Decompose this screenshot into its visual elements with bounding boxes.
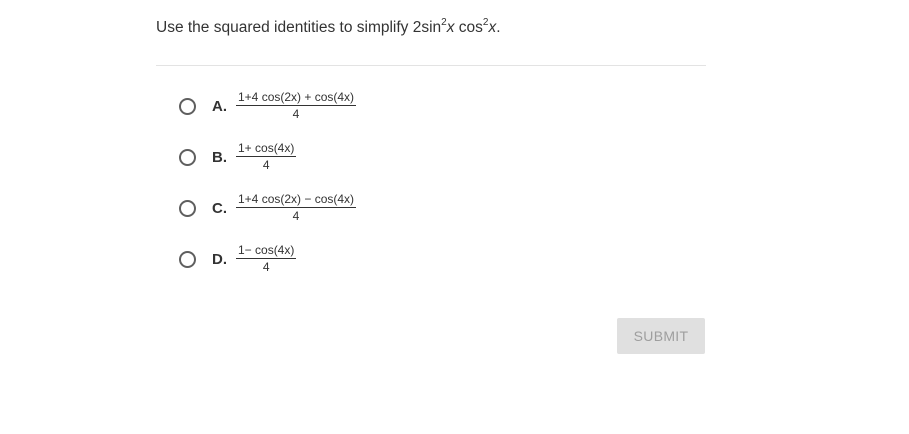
option-letter-b: B.	[212, 149, 227, 166]
option-c-fraction: 1+4 cos(2x) − cos(4x) 4	[236, 192, 357, 223]
question-exponent-1: 2	[441, 16, 447, 28]
submit-button[interactable]: SUBMIT	[617, 318, 705, 354]
option-letter-a: A.	[212, 98, 227, 115]
option-d-numerator: 1− cos(4x)	[238, 243, 295, 257]
option-d[interactable]: D. 1− cos(4x) 4	[179, 243, 479, 279]
question-mid: cos	[454, 19, 483, 36]
option-a-fraction: 1+4 cos(2x) + cos(4x) 4	[236, 90, 357, 121]
option-b[interactable]: B. 1+ cos(4x) 4	[179, 141, 479, 177]
option-d-fraction: 1− cos(4x) 4	[236, 243, 297, 274]
option-b-denominator: 4	[262, 158, 270, 172]
radio-button-d[interactable]	[179, 251, 196, 268]
option-a[interactable]: A. 1+4 cos(2x) + cos(4x) 4	[179, 90, 479, 126]
question-prefix: Use the squared identities to simplify 2…	[156, 19, 442, 36]
question-exponent-2: 2	[482, 16, 489, 28]
divider	[156, 65, 706, 66]
option-c[interactable]: C. 1+4 cos(2x) − cos(4x) 4	[179, 192, 479, 228]
option-c-denominator: 4	[292, 209, 300, 223]
option-a-denominator: 4	[292, 107, 300, 121]
radio-button-c[interactable]	[179, 200, 196, 217]
option-d-denominator: 4	[262, 260, 270, 274]
option-a-numerator: 1+4 cos(2x) + cos(4x)	[238, 90, 355, 104]
option-c-numerator: 1+4 cos(2x) − cos(4x)	[238, 192, 355, 206]
option-letter-d: D.	[212, 251, 227, 268]
radio-button-b[interactable]	[179, 149, 196, 166]
question-text: Use the squared identities to simplify 2…	[156, 16, 501, 37]
question-suffix: .	[496, 19, 501, 36]
option-b-numerator: 1+ cos(4x)	[238, 141, 295, 155]
radio-button-a[interactable]	[179, 98, 196, 115]
option-letter-c: C.	[212, 200, 227, 217]
option-b-fraction: 1+ cos(4x) 4	[236, 141, 297, 172]
